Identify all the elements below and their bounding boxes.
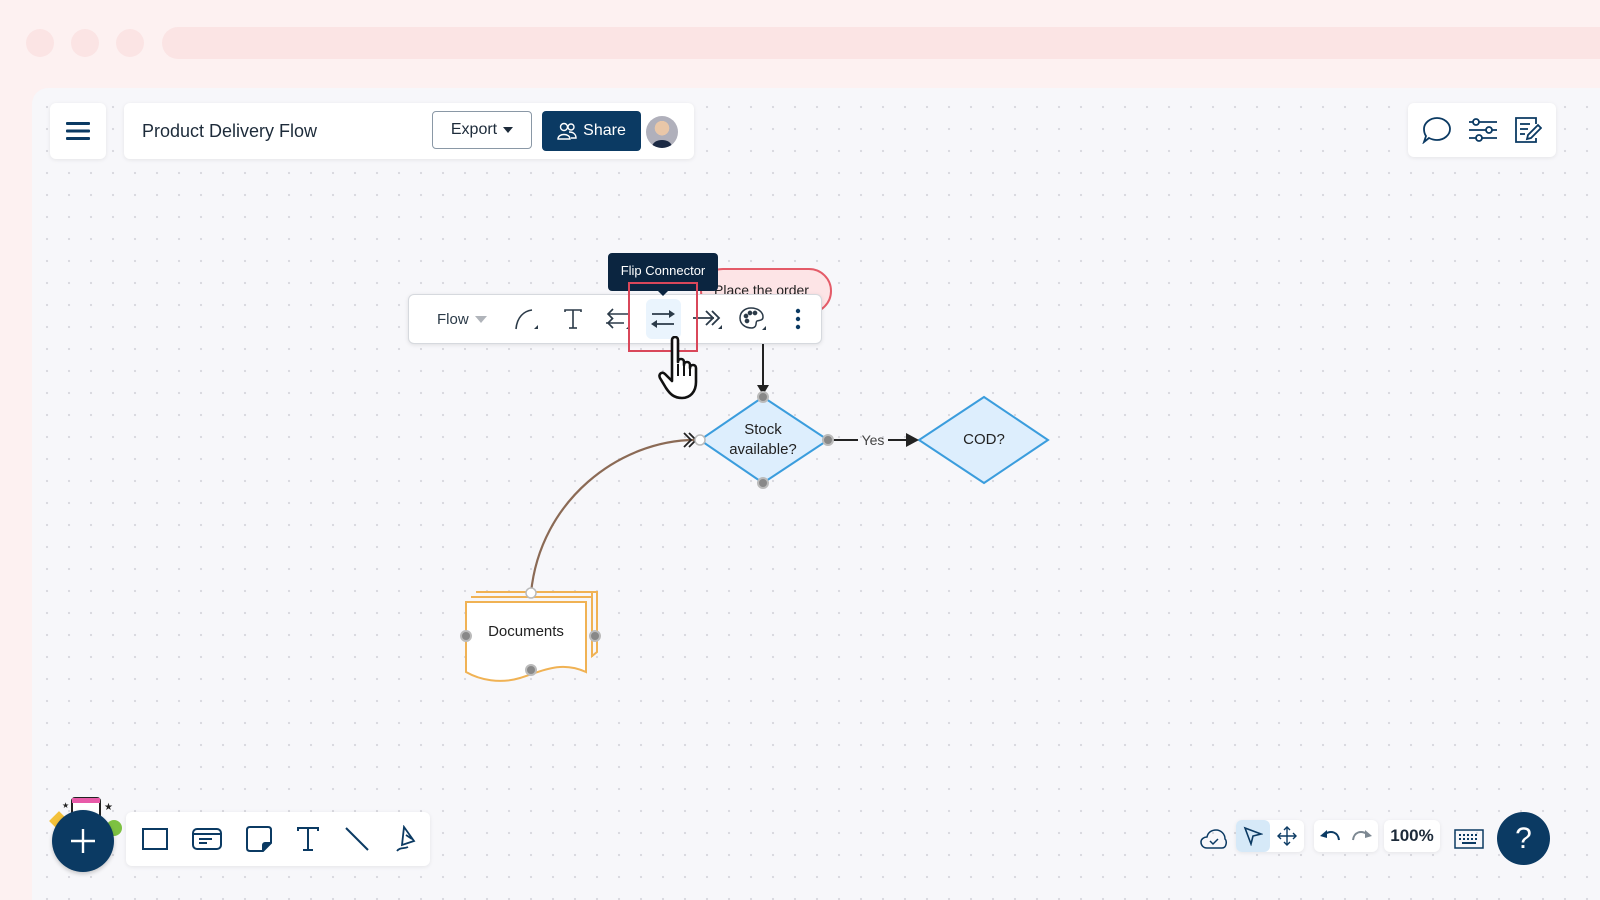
export-label: Export <box>450 121 498 138</box>
address-bar <box>162 27 1600 59</box>
flip-connector-button[interactable] <box>645 299 681 339</box>
svg-text:★: ★ <box>62 801 69 810</box>
flip-connector-icon <box>651 310 676 328</box>
document-title[interactable]: Product Delivery Flow <box>142 121 317 142</box>
hamburger-icon <box>66 122 90 140</box>
redo-icon[interactable] <box>1351 828 1373 844</box>
swap-direction-icon <box>606 308 631 329</box>
undo-icon[interactable] <box>1319 828 1341 844</box>
window-dot-minimize <box>71 29 99 57</box>
plus-icon <box>71 829 95 853</box>
arrowhead-icon <box>693 310 723 329</box>
settings-sliders-icon[interactable] <box>1468 117 1498 143</box>
window-dot-close <box>26 29 54 57</box>
palette-icon <box>739 307 767 330</box>
svg-text:★: ★ <box>104 802 113 813</box>
move-arrows-icon <box>1277 826 1297 846</box>
pointer-mode-group <box>1236 820 1304 852</box>
export-button[interactable]: Export <box>432 111 532 149</box>
notes-edit-icon[interactable] <box>1514 116 1542 144</box>
pan-tool-button[interactable] <box>1270 820 1304 852</box>
text-icon[interactable] <box>296 826 320 852</box>
title-bar: Product Delivery Flow Export Share <box>124 103 694 159</box>
text-button[interactable] <box>551 299 596 339</box>
cloud-saved-icon <box>1200 829 1227 849</box>
decision-stock-label-line1: Stock <box>744 421 782 438</box>
rectangle-icon[interactable] <box>142 828 168 850</box>
avatar[interactable] <box>646 116 678 148</box>
document-label: Documents <box>488 623 564 640</box>
connector-context-toolbar: Flow <box>408 294 822 344</box>
right-toolbar <box>1408 103 1556 157</box>
tooltip-flip-connector: Flip Connector <box>608 253 718 296</box>
more-options-button[interactable] <box>776 299 821 339</box>
caret-down-icon <box>474 315 487 323</box>
palette-button[interactable] <box>731 299 776 339</box>
zoom-level-button[interactable]: 100% <box>1384 820 1440 852</box>
share-button[interactable]: Share <box>542 111 641 151</box>
caret-down-icon <box>503 127 514 133</box>
share-label: Share <box>583 122 626 139</box>
swap-direction-button[interactable] <box>596 299 641 339</box>
add-button[interactable] <box>52 810 114 872</box>
more-vertical-icon <box>796 308 801 330</box>
decision-stock-label-line2: available? <box>729 441 797 458</box>
keyboard-shortcuts-icon[interactable] <box>1454 829 1484 849</box>
line-style-dropdown[interactable]: Flow <box>437 311 506 328</box>
sticky-note-icon[interactable] <box>246 826 272 852</box>
shape-toolbar <box>126 812 430 866</box>
users-icon <box>557 122 577 140</box>
text-icon <box>564 309 582 329</box>
cursor-arrow-icon <box>1243 826 1263 846</box>
window-dot-maximize <box>116 29 144 57</box>
menu-button[interactable] <box>50 103 106 159</box>
edge-label-yes: Yes <box>861 432 885 448</box>
select-tool-button[interactable] <box>1236 820 1270 852</box>
hand-cursor-icon <box>658 336 698 400</box>
curve-connector-icon <box>515 309 539 330</box>
arrowhead-button[interactable] <box>686 299 731 339</box>
line-style-label: Flow <box>437 310 469 328</box>
line-icon[interactable] <box>344 826 370 852</box>
card-icon[interactable] <box>192 828 222 850</box>
zoom-level: 100% <box>1390 826 1434 845</box>
decision-stock-label: Stock available? <box>712 420 814 460</box>
pen-icon[interactable] <box>394 825 418 853</box>
history-group <box>1314 820 1378 852</box>
curve-connector-button[interactable] <box>506 299 551 339</box>
help-button[interactable]: ? <box>1497 812 1550 865</box>
decision-cod-label: COD? <box>963 431 1005 448</box>
canvas[interactable] <box>32 88 1600 900</box>
comment-icon[interactable] <box>1422 116 1452 144</box>
